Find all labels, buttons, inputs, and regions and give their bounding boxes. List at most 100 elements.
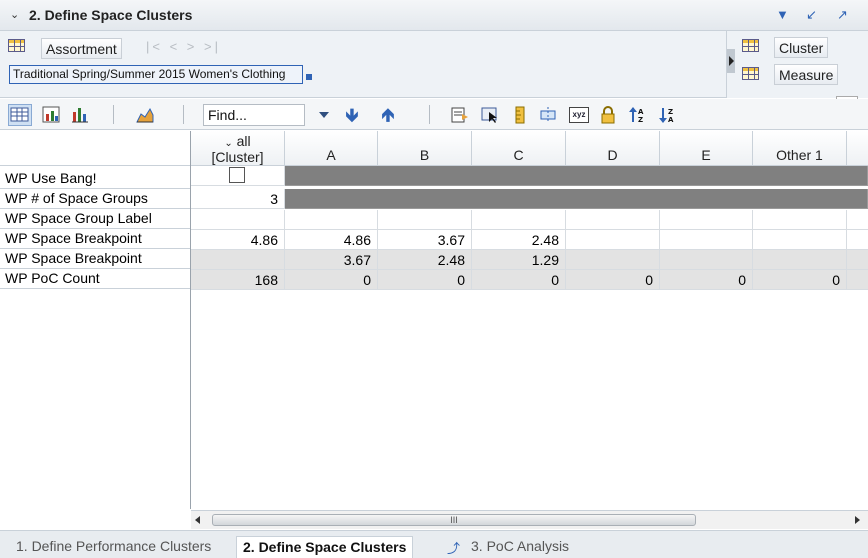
dropdown-arrow-icon[interactable]: ▼ xyxy=(776,7,789,22)
grid-icon xyxy=(8,39,25,52)
table-cell[interactable]: 2.48 xyxy=(472,230,566,250)
table-cell[interactable] xyxy=(660,210,753,230)
panel-toggle-handle[interactable] xyxy=(727,49,735,73)
scroll-right-arrow-icon[interactable] xyxy=(855,516,860,524)
row-label: WP PoC Count xyxy=(0,269,190,289)
table-cell[interactable]: 0 xyxy=(285,270,378,290)
row-header-column: WP Use Bang! WP # of Space Groups WP Spa… xyxy=(0,131,191,509)
toolbar-separator xyxy=(183,105,184,124)
maximize-icon[interactable]: ↗ xyxy=(837,7,848,23)
table-cell[interactable] xyxy=(753,230,847,250)
row-header-corner xyxy=(0,131,190,166)
use-bang-checkbox[interactable] xyxy=(229,167,245,183)
table-cell[interactable] xyxy=(191,210,285,230)
measure-button[interactable]: Measure xyxy=(774,64,839,85)
bar-chart-button[interactable] xyxy=(71,106,89,123)
table-cell[interactable] xyxy=(566,250,660,270)
table-cell[interactable] xyxy=(472,210,566,230)
table-cell[interactable]: 0 xyxy=(472,270,566,290)
window-title: 2. Define Space Clusters xyxy=(29,7,193,23)
table-cell[interactable]: 4.86 xyxy=(285,230,378,250)
table-cell[interactable]: 2.48 xyxy=(378,250,472,270)
column-header[interactable]: A xyxy=(285,131,378,166)
table-cell[interactable]: 3.67 xyxy=(378,230,472,250)
table-cell[interactable] xyxy=(378,210,472,230)
table-cell xyxy=(847,210,868,230)
minimize-icon[interactable]: ↙ xyxy=(806,7,817,23)
split-icon[interactable] xyxy=(539,106,557,124)
assortment-field[interactable]: Traditional Spring/Summer 2015 Women's C… xyxy=(9,65,303,84)
tab-poc-analysis[interactable]: 3. PoC Analysis xyxy=(465,536,575,558)
row-label: WP Space Breakpoint xyxy=(0,229,190,249)
svg-text:A: A xyxy=(668,116,674,124)
select-cursor-icon[interactable] xyxy=(481,106,499,124)
table-cell[interactable]: 3.67 xyxy=(285,250,378,270)
export-icon[interactable] xyxy=(451,106,469,124)
collapse-chevron-icon[interactable]: ⌄ xyxy=(10,8,19,21)
table-view-button[interactable] xyxy=(8,104,32,126)
scroll-left-arrow-icon[interactable] xyxy=(195,516,200,524)
horizontal-scrollbar[interactable]: III xyxy=(191,510,868,529)
tab-define-performance-clusters[interactable]: 1. Define Performance Clusters xyxy=(10,536,217,558)
cluster-button[interactable]: Cluster xyxy=(774,37,829,58)
assortment-button[interactable]: Assortment xyxy=(41,38,122,59)
chevron-down-icon[interactable]: ⌄ xyxy=(224,138,232,149)
table-row-disabled xyxy=(285,189,868,209)
table-cell[interactable] xyxy=(191,250,285,270)
title-bar: ⌄ 2. Define Space Clusters ▼ ↙ ↗ xyxy=(0,0,868,31)
header-panel: Assortment |< < > >| Traditional Spring/… xyxy=(0,31,868,102)
record-navigation-icon: |< < > >| xyxy=(146,39,221,54)
table-cell[interactable] xyxy=(753,210,847,230)
sort-ascending-icon[interactable]: AZ xyxy=(628,106,646,124)
table-cell[interactable]: 0 xyxy=(566,270,660,290)
column-header-sublabel: [Cluster] xyxy=(211,149,264,165)
xyz-format-icon[interactable]: xyz xyxy=(569,107,589,123)
column-header-label: all xyxy=(236,133,251,149)
column-header[interactable]: Other 1 xyxy=(753,131,847,166)
table-cell[interactable]: 1.29 xyxy=(472,250,566,270)
table-cell[interactable] xyxy=(566,210,660,230)
toolbar xyxy=(0,99,868,130)
svg-text:A: A xyxy=(638,108,644,116)
tab-define-space-clusters[interactable]: 2. Define Space Clusters xyxy=(236,536,414,558)
find-next-down-arrow-icon[interactable]: 🡻 xyxy=(343,106,361,124)
area-chart-button[interactable] xyxy=(136,106,154,123)
table-row-disabled xyxy=(285,166,868,186)
field-marker-icon xyxy=(306,74,312,80)
chart-table-button[interactable] xyxy=(42,106,60,123)
find-previous-up-arrow-icon[interactable]: 🡹 xyxy=(379,106,397,124)
table-cell[interactable]: 4.86 xyxy=(191,230,285,250)
table-cell[interactable] xyxy=(285,210,378,230)
right-dimension-panel: Cluster Measure xyxy=(726,31,868,102)
row-label: WP Space Group Label xyxy=(0,209,190,229)
column-header[interactable]: B xyxy=(378,131,472,166)
find-dropdown-icon[interactable] xyxy=(319,112,329,118)
column-header[interactable]: E xyxy=(660,131,753,166)
table-cell[interactable] xyxy=(660,250,753,270)
toolbar-separator xyxy=(113,105,114,124)
scrollbar-thumb[interactable]: III xyxy=(212,514,696,526)
lock-icon[interactable] xyxy=(599,106,617,124)
pin-icon: ⤴ xyxy=(447,541,461,556)
column-header-all[interactable]: ⌄ all [Cluster] xyxy=(191,131,285,166)
grid-icon xyxy=(742,39,759,52)
find-input[interactable]: Find... xyxy=(203,104,305,126)
sort-descending-icon[interactable]: ZA xyxy=(658,106,676,124)
table-cell[interactable] xyxy=(566,230,660,250)
table-cell[interactable]: 0 xyxy=(378,270,472,290)
row-label: WP # of Space Groups xyxy=(0,189,190,209)
table-cell[interactable]: 0 xyxy=(753,270,847,290)
table-cell[interactable]: 0 xyxy=(660,270,753,290)
svg-text:Z: Z xyxy=(668,108,673,116)
table-cell[interactable] xyxy=(660,230,753,250)
bottom-tab-bar: 1. Define Performance Clusters 2. Define… xyxy=(0,530,868,558)
table-cell xyxy=(847,270,868,290)
column-header[interactable]: C xyxy=(472,131,566,166)
column-header[interactable]: D xyxy=(566,131,660,166)
table-cell xyxy=(847,230,868,250)
row-label: WP Use Bang! xyxy=(0,169,190,189)
table-cell[interactable]: 168 xyxy=(191,270,285,290)
table-cell[interactable] xyxy=(753,250,847,270)
table-cell[interactable]: 3 xyxy=(191,189,285,209)
ruler-icon[interactable] xyxy=(511,106,529,124)
